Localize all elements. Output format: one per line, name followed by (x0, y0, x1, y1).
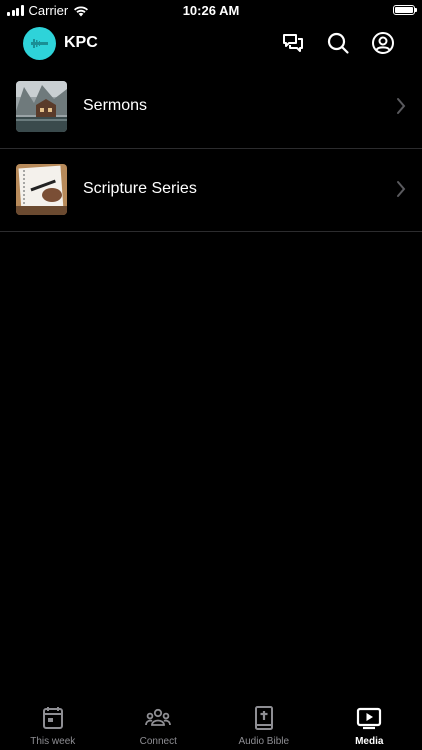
app-logo[interactable] (23, 27, 56, 60)
app-header: KPC (0, 22, 422, 66)
battery-icon (393, 5, 417, 15)
notebook-writing-thumbnail (16, 164, 67, 215)
tab-bar: This week Connect Audio Bible Media (0, 700, 422, 750)
play-video-icon (357, 707, 382, 730)
status-bar: Carrier 10:26 AM (0, 0, 422, 22)
list-item-label: Sermons (83, 97, 148, 114)
list-item-sermons[interactable]: Sermons (0, 66, 422, 149)
tab-connect[interactable]: Connect (106, 700, 212, 750)
app-title: KPC (64, 34, 98, 51)
messages-icon[interactable] (281, 31, 305, 55)
status-time: 10:26 AM (182, 3, 240, 18)
lake-house-thumbnail (16, 81, 67, 132)
tab-media[interactable]: Media (317, 700, 422, 750)
chevron-right-icon (397, 181, 406, 197)
chevron-right-icon (397, 98, 406, 114)
media-list: Sermons Scripture Series (0, 66, 422, 232)
bible-icon (254, 706, 273, 730)
group-icon (145, 708, 172, 726)
tab-label: This week (30, 736, 76, 747)
list-item-label: Scripture Series (83, 180, 197, 197)
tab-audio-bible[interactable]: Audio Bible (211, 700, 317, 750)
tab-label: Audio Bible (238, 736, 290, 747)
list-item-scripture-series[interactable]: Scripture Series (0, 149, 422, 232)
tab-label: Connect (139, 736, 177, 747)
tab-this-week[interactable]: This week (0, 700, 106, 750)
account-icon[interactable] (371, 31, 395, 55)
tab-label: Media (355, 736, 384, 747)
calendar-icon (42, 707, 63, 729)
search-icon[interactable] (326, 31, 350, 55)
